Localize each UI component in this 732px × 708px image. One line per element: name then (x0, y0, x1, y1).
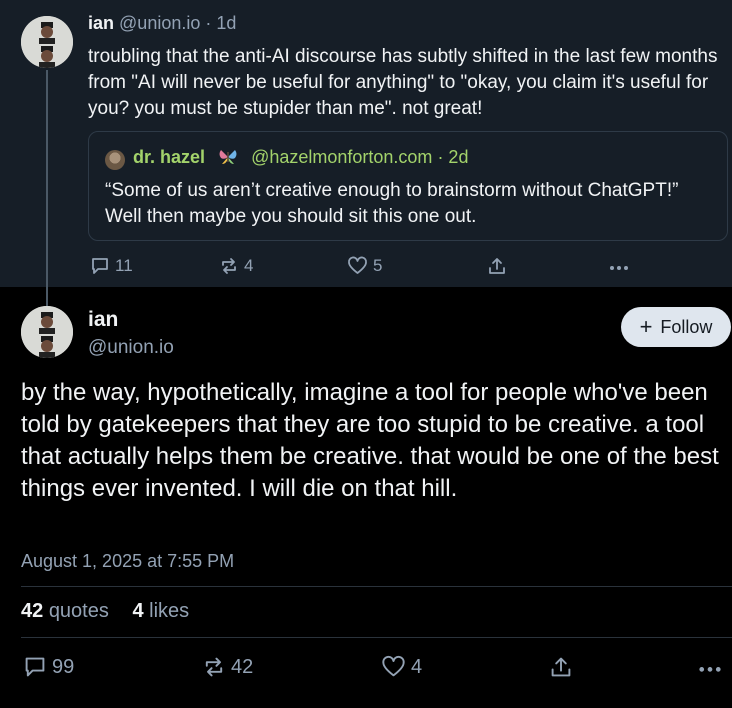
reply-count: 11 (115, 256, 133, 275)
repost-button[interactable]: 4 (219, 256, 253, 276)
repost-count: 4 (244, 256, 254, 275)
parent-post-header: ian @union.io · 1d (88, 13, 236, 34)
quote-header: dr. hazel @hazelmonforton.com · 2d (133, 147, 468, 168)
quote-avatar (105, 150, 125, 170)
parent-post[interactable]: ian @union.io · 1d troubling that the an… (0, 0, 732, 287)
quotes-stat[interactable]: 42 quotes (21, 600, 127, 622)
main-post-actions: 99 42 4 (0, 655, 732, 681)
repost-count: 42 (231, 655, 254, 678)
post-timestamp[interactable]: August 1, 2025 at 7:55 PM (21, 551, 234, 572)
reply-icon (25, 657, 45, 677)
author-handle[interactable]: @union.io (88, 337, 174, 359)
share-icon (551, 657, 571, 677)
reply-button[interactable]: 99 (23, 655, 74, 679)
quotes-count: 42 (21, 600, 44, 622)
ellipsis-icon (699, 667, 721, 672)
follow-label: Follow (660, 316, 713, 337)
quotes-label: quotes (48, 600, 109, 622)
plus-icon: + (639, 314, 653, 339)
quoted-post[interactable]: dr. hazel @hazelmonforton.com · 2d “Some… (88, 131, 728, 241)
repost-icon (222, 258, 236, 274)
thread-line (46, 70, 48, 308)
reply-icon (92, 258, 108, 274)
author-name[interactable]: ian (88, 308, 118, 332)
more-options-button[interactable] (608, 256, 630, 276)
share-button[interactable] (549, 655, 573, 679)
follow-button[interactable]: + Follow (621, 307, 731, 347)
quote-text: “Some of us aren’t creative enough to br… (105, 180, 679, 227)
quote-author-handle[interactable]: @hazelmonforton.com (251, 147, 432, 167)
share-icon (489, 258, 505, 274)
post-text: by the way, hypothetically, imagine a to… (21, 379, 719, 502)
like-button[interactable]: 5 (347, 256, 382, 276)
author-name[interactable]: ian (88, 13, 114, 33)
heart-icon (348, 256, 367, 274)
share-button[interactable] (487, 256, 507, 276)
quote-time[interactable]: · 2d (437, 147, 468, 167)
like-count: 5 (373, 256, 383, 275)
butterfly-icon (219, 150, 237, 164)
likes-stat[interactable]: 4 likes (132, 600, 207, 622)
post-time[interactable]: · 1d (205, 13, 236, 33)
more-options-button[interactable] (697, 655, 723, 679)
divider (21, 586, 732, 587)
author-handle[interactable]: @union.io (119, 13, 200, 33)
reply-button[interactable]: 11 (90, 256, 133, 276)
repost-button[interactable]: 42 (202, 655, 253, 679)
post-text: troubling that the anti-AI discourse has… (88, 46, 718, 119)
like-count: 4 (411, 655, 423, 678)
divider (21, 637, 732, 638)
quote-author-name[interactable]: dr. hazel (133, 147, 205, 167)
avatar[interactable] (21, 16, 73, 68)
ellipsis-icon (610, 266, 628, 270)
likes-label: likes (149, 600, 190, 622)
likes-count: 4 (132, 600, 144, 622)
parent-post-actions: 11 4 5 (0, 256, 732, 280)
reply-count: 99 (52, 655, 75, 678)
avatar[interactable] (21, 306, 73, 358)
like-button[interactable]: 4 (381, 655, 422, 679)
post-stats: 42 quotes 4 likes (21, 600, 207, 623)
heart-icon (382, 655, 405, 677)
avatar-image-icon (21, 306, 73, 358)
avatar-image-icon (21, 16, 73, 68)
repost-icon (205, 657, 223, 677)
